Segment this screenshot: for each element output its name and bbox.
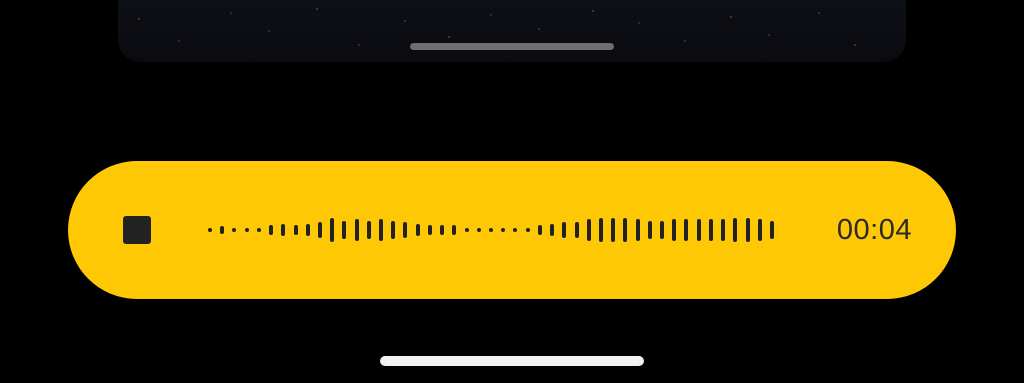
- star-speck: [316, 8, 318, 10]
- waveform-bar: [354, 219, 359, 241]
- waveform-bar: [330, 217, 335, 243]
- waveform-bar: [256, 227, 261, 233]
- waveform-bar: [452, 225, 457, 235]
- screen: 00:04: [0, 0, 1024, 383]
- drag-handle-icon[interactable]: [410, 43, 614, 50]
- waveform-bar: [721, 219, 726, 241]
- waveform-bar: [513, 227, 518, 233]
- waveform-bar: [770, 220, 774, 240]
- star-speck: [592, 10, 594, 12]
- waveform-bar: [598, 217, 603, 243]
- waveform-bar: [733, 217, 738, 243]
- waveform-bar: [366, 220, 371, 240]
- waveform-bar: [415, 224, 420, 236]
- waveform-bar: [696, 219, 701, 241]
- waveform-bar: [757, 219, 762, 241]
- star-speck: [684, 40, 686, 42]
- waveform-bar: [244, 227, 249, 233]
- waveform-bar: [281, 224, 286, 236]
- waveform-bar: [550, 224, 555, 236]
- star-speck: [448, 36, 450, 38]
- waveform-bar: [391, 220, 396, 240]
- star-speck: [230, 12, 232, 14]
- waveform-bar: [269, 225, 274, 235]
- waveform-bar: [611, 217, 616, 243]
- voice-recorder-bar: 00:04: [68, 161, 956, 299]
- waveform-bar: [586, 219, 591, 241]
- waveform-bar: [574, 222, 579, 238]
- star-speck: [358, 44, 360, 46]
- waveform-bar: [379, 219, 384, 241]
- media-preview-card[interactable]: [118, 0, 906, 62]
- waveform-bar: [427, 225, 432, 235]
- waveform-bar: [440, 225, 445, 235]
- audio-waveform: [68, 161, 956, 299]
- waveform-bar: [403, 222, 408, 238]
- star-speck: [178, 40, 180, 42]
- waveform-bar: [660, 220, 665, 240]
- star-speck: [730, 16, 732, 18]
- waveform-bar: [232, 227, 237, 233]
- star-speck: [538, 28, 540, 30]
- waveform-bar: [342, 220, 347, 240]
- waveform-bar: [635, 219, 640, 241]
- waveform-bar: [208, 227, 212, 233]
- waveform-bar: [684, 219, 689, 241]
- waveform-bar: [464, 227, 469, 233]
- star-speck: [138, 18, 140, 20]
- waveform-bar: [501, 227, 506, 233]
- waveform-bar: [525, 227, 530, 233]
- star-speck: [768, 34, 770, 36]
- star-speck: [638, 22, 640, 24]
- waveform-bar: [537, 225, 542, 235]
- star-speck: [268, 30, 270, 32]
- star-speck: [404, 20, 406, 22]
- waveform-bar: [562, 222, 567, 238]
- waveform-bar: [317, 222, 322, 238]
- waveform-bar: [489, 227, 493, 233]
- star-speck: [490, 14, 492, 16]
- star-speck: [818, 12, 820, 14]
- waveform-bar: [623, 217, 628, 243]
- waveform-bar: [305, 224, 310, 236]
- waveform-bar: [708, 219, 713, 241]
- star-speck: [854, 44, 856, 46]
- recording-timer: 00:04: [836, 214, 912, 246]
- home-indicator-icon[interactable]: [380, 356, 644, 366]
- waveform-bar: [672, 219, 677, 241]
- waveform-bar: [745, 217, 750, 243]
- waveform-bar: [220, 225, 225, 235]
- waveform-bar: [476, 227, 481, 233]
- waveform-bar: [647, 220, 652, 240]
- waveform-bar: [293, 225, 298, 235]
